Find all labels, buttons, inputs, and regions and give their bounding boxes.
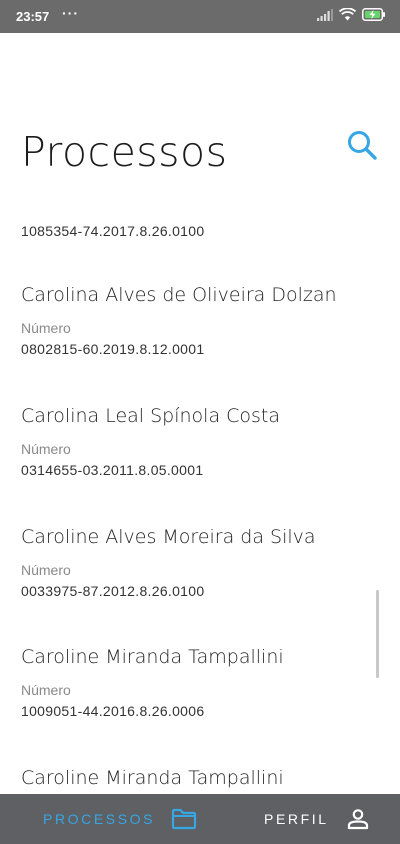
- item-name: Caroline Miranda Tampallini: [21, 767, 284, 789]
- folder-icon: [171, 808, 197, 830]
- item-number: 0033975-87.2012.8.26.0100: [21, 583, 205, 599]
- bottom-nav: PROCESSOS PERFIL: [0, 794, 400, 844]
- notification-dots-icon: ···: [62, 5, 79, 21]
- item-number-label: Número: [21, 320, 71, 336]
- item-name: Caroline Alves Moreira da Silva: [21, 526, 316, 548]
- nav-perfil-label: PERFIL: [264, 811, 329, 827]
- wifi-icon: [338, 7, 357, 26]
- nav-processos-label: PROCESSOS: [43, 811, 156, 827]
- status-time: 23:57: [16, 9, 50, 24]
- status-icons: [317, 7, 386, 26]
- nav-processos[interactable]: PROCESSOS: [43, 794, 197, 844]
- item-number-label: Número: [21, 562, 71, 578]
- list-item[interactable]: Carolina Leal Spínola Costa Número 03146…: [21, 405, 371, 478]
- status-bar: 23:57 ···: [0, 0, 400, 33]
- list-item[interactable]: Caroline Alves Moreira da Silva Número 0…: [21, 526, 371, 599]
- page-title: Processos: [21, 128, 228, 176]
- item-number: 0802815-60.2019.8.12.0001: [21, 341, 205, 357]
- nav-perfil[interactable]: PERFIL: [264, 794, 369, 844]
- scrollbar[interactable]: [376, 590, 379, 678]
- item-number-label: Número: [21, 441, 71, 457]
- list-item[interactable]: Caroline Miranda Tampallini: [21, 767, 371, 789]
- search-icon: [348, 131, 377, 160]
- item-number-label: Número: [21, 682, 71, 698]
- person-icon: [347, 808, 369, 830]
- search-button[interactable]: [344, 127, 380, 163]
- item-name: Carolina Leal Spínola Costa: [21, 405, 281, 427]
- item-number: 0314655-03.2011.8.05.0001: [21, 462, 204, 478]
- list-item[interactable]: Carolina Alves de Oliveira Dolzan Número…: [21, 284, 371, 357]
- item-name: Carolina Alves de Oliveira Dolzan: [21, 284, 337, 306]
- item-number: 1009051-44.2016.8.26.0006: [21, 703, 205, 719]
- battery-charging-icon: [362, 8, 386, 26]
- process-number: 1085354-74.2017.8.26.0100: [21, 223, 205, 239]
- item-name: Caroline Miranda Tampallini: [21, 646, 284, 668]
- list-item[interactable]: Caroline Miranda Tampallini Número 10090…: [21, 646, 371, 719]
- signal-icon: [317, 8, 333, 26]
